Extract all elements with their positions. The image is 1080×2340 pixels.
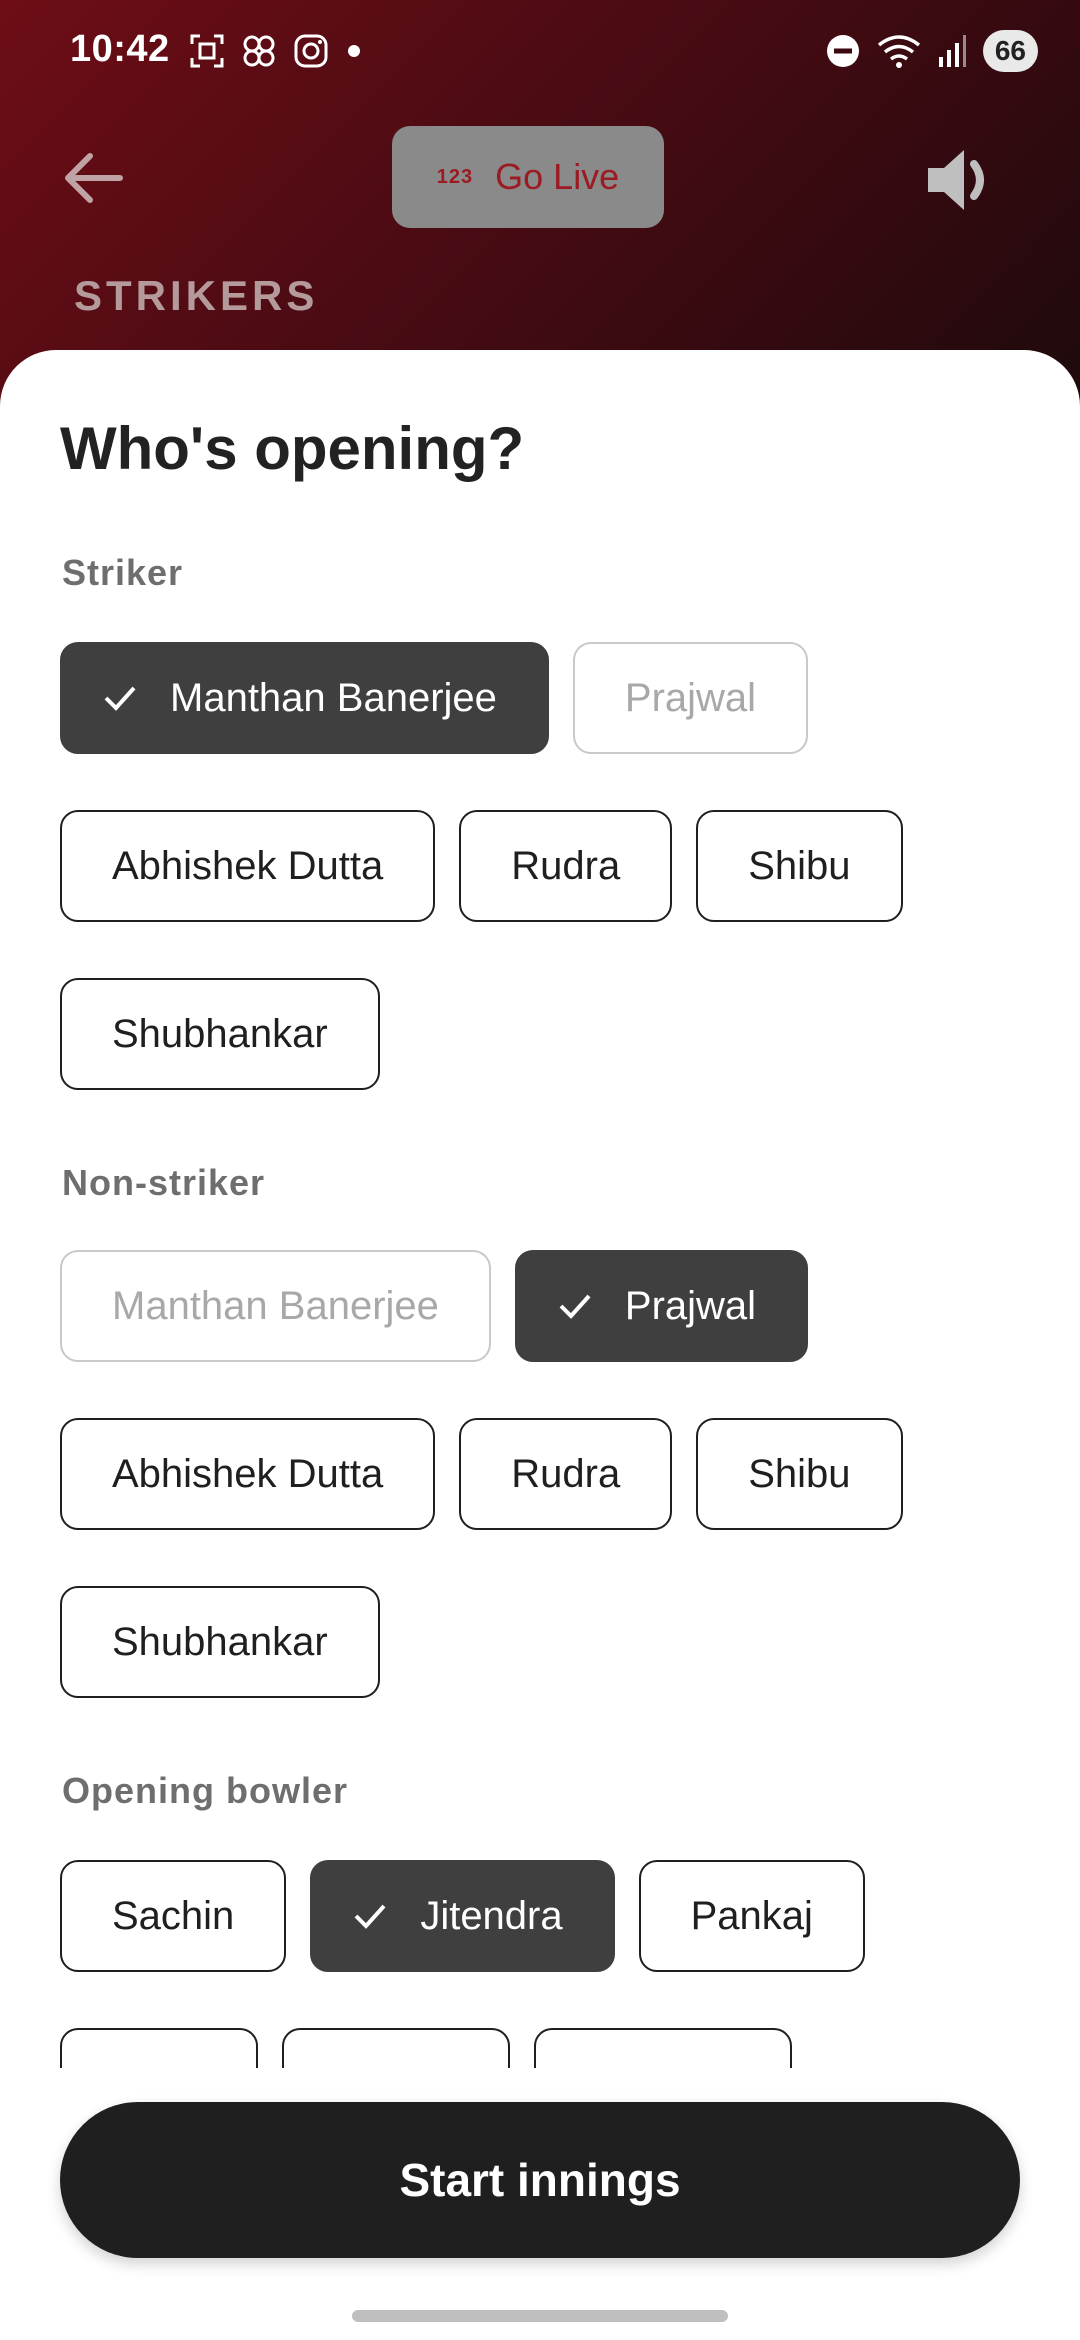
non-striker-chip-group: Manthan Banerjee Prajwal Abhishek Dutta … bbox=[60, 1250, 1020, 1754]
bowler-chip[interactable]: Pankaj bbox=[638, 1860, 865, 1972]
speaker-icon bbox=[928, 150, 984, 210]
home-indicator[interactable] bbox=[352, 2310, 728, 2322]
dot-icon bbox=[348, 45, 360, 57]
battery-indicator: 66 bbox=[982, 30, 1038, 72]
check-icon bbox=[354, 1904, 386, 1929]
striker-chip[interactable]: Manthan Banerjee bbox=[60, 642, 549, 754]
start-innings-button[interactable]: Start innings bbox=[60, 2102, 1020, 2258]
chip-label: Manthan Banerjee bbox=[112, 1283, 439, 1328]
chip-label: Shubhankar bbox=[112, 1011, 328, 1056]
go-live-label: Go Live bbox=[495, 156, 620, 197]
non-striker-chip[interactable]: Shibu bbox=[696, 1418, 903, 1530]
opening-players-sheet: Who's opening? Striker Manthan Banerjee … bbox=[0, 350, 1080, 2340]
chip-label: Sachin bbox=[112, 1893, 235, 1938]
chip-label: Manthan Banerjee bbox=[170, 675, 497, 720]
striker-chip[interactable]: Rudra bbox=[459, 810, 673, 922]
striker-chip[interactable]: Abhishek Dutta bbox=[60, 810, 436, 922]
sheet-title: Who's opening? bbox=[60, 415, 525, 482]
opening-bowler-label: Opening bowler bbox=[62, 1770, 349, 1811]
striker-chip-group: Manthan Banerjee Prajwal Abhishek Dutta … bbox=[60, 642, 1020, 1146]
chip-label: Rudra bbox=[511, 1451, 621, 1496]
chip-label: Prajwal bbox=[624, 675, 757, 720]
wifi-icon bbox=[877, 35, 920, 68]
numeric-icon: 123 bbox=[436, 165, 474, 188]
non-striker-label: Non-striker bbox=[62, 1162, 266, 1203]
chip-label: Prajwal bbox=[624, 1283, 757, 1328]
bowler-chip[interactable]: Sachin bbox=[60, 1860, 287, 1972]
chip-label: Jitendra bbox=[420, 1893, 563, 1938]
chip-label: Abhishek Dutta bbox=[112, 843, 384, 888]
instagram-icon bbox=[294, 34, 328, 68]
pinwheel-icon bbox=[243, 35, 275, 67]
signal-icon bbox=[938, 35, 966, 67]
status-bar: 10:42 66 bbox=[0, 0, 1080, 104]
status-time: 10:42 bbox=[70, 28, 170, 70]
chip-label: Abhishek Dutta bbox=[112, 1451, 384, 1496]
chip-label: Shibu bbox=[748, 1451, 851, 1496]
non-striker-chip[interactable]: Prajwal bbox=[514, 1250, 809, 1362]
striker-chip[interactable]: Shibu bbox=[696, 810, 903, 922]
striker-chip: Prajwal bbox=[572, 642, 809, 754]
non-striker-chip[interactable]: Abhishek Dutta bbox=[60, 1418, 436, 1530]
screenshot-icon bbox=[190, 34, 224, 68]
back-button[interactable] bbox=[58, 142, 130, 214]
check-icon bbox=[559, 1294, 591, 1319]
check-icon bbox=[104, 686, 136, 711]
bowler-chip[interactable]: Jitendra bbox=[310, 1860, 615, 1972]
strikers-heading: STRIKERS bbox=[74, 272, 319, 319]
non-striker-chip[interactable]: Rudra bbox=[459, 1418, 673, 1530]
dnd-icon bbox=[826, 35, 859, 67]
striker-label: Striker bbox=[62, 552, 184, 593]
chip-label: Pankaj bbox=[690, 1893, 813, 1938]
non-striker-chip[interactable]: Shubhankar bbox=[60, 1586, 380, 1698]
system-icons: 66 bbox=[825, 30, 1038, 72]
notification-icons bbox=[188, 32, 364, 70]
chip-label: Shibu bbox=[748, 843, 851, 888]
chip-label: Rudra bbox=[511, 843, 621, 888]
arrow-left-icon bbox=[65, 153, 123, 203]
chip-label: Shubhankar bbox=[112, 1619, 328, 1664]
striker-chip[interactable]: Shubhankar bbox=[60, 978, 380, 1090]
sound-button[interactable] bbox=[920, 140, 1000, 220]
non-striker-chip: Manthan Banerjee bbox=[60, 1250, 491, 1362]
go-live-button[interactable]: 123 Go Live bbox=[392, 126, 664, 228]
